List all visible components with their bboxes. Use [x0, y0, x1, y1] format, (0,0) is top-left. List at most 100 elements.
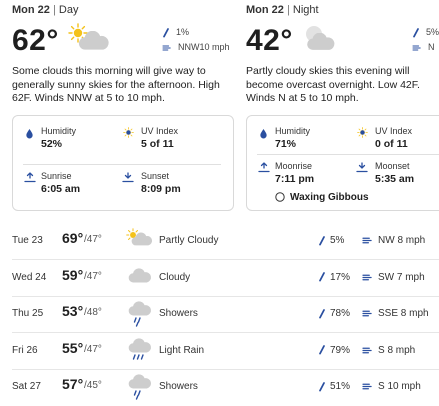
wind-icon: [362, 309, 373, 318]
forecast-day: Thu 25: [12, 308, 44, 319]
precip-icon: [318, 272, 326, 282]
night-humidity: 71%: [275, 138, 297, 150]
precip-icon: [318, 345, 326, 355]
day-sunrise: 6:05 am: [41, 183, 81, 195]
night-details-card: Humidity 71% UV Index 0 of 11 Moonrise 7…: [246, 115, 439, 211]
showers-icon: [126, 301, 154, 330]
night-panel: Mon 22 | Night 42° 5% N Partly cloudy sk…: [246, 0, 439, 106]
day-precip: 1%: [176, 27, 190, 37]
precip-icon: [318, 382, 326, 392]
night-wind: N: [428, 42, 435, 52]
wind-icon: [362, 236, 373, 245]
forecast-condition: Partly Cloudy: [159, 235, 219, 246]
forecast-wind: NW 8 mph: [362, 235, 425, 246]
night-uv-index: 0 of 11: [375, 138, 408, 150]
forecast-condition: Cloudy: [159, 271, 191, 283]
precip-icon: [318, 236, 326, 246]
rain-icon: [126, 337, 154, 367]
day-date: Mon 22: [12, 4, 50, 16]
day-wind: NNW10 mph: [178, 42, 230, 52]
wind-icon: [362, 273, 373, 282]
forecast-precip-value: 79%: [330, 344, 351, 356]
humidity-icon: [259, 128, 268, 139]
forecast-wind: S 8 mph: [362, 345, 415, 356]
day-uv-index: 5 of 11: [141, 138, 174, 150]
night-moon-phase: Waxing Gibbous: [290, 192, 369, 203]
forecast-precip-value: 5%: [330, 235, 345, 246]
moon-phase-icon: [275, 192, 285, 202]
night-moonrise: 7:11 pm: [275, 173, 315, 185]
forecast-high: 53°: [62, 303, 84, 319]
forecast-high: 57°: [62, 376, 84, 392]
day-header: Mon 22 | Day: [12, 4, 79, 16]
forecast-low: /47°: [84, 234, 102, 245]
wind-icon: [412, 44, 422, 52]
night-period: Night: [292, 4, 319, 16]
showers-icon: [126, 374, 154, 403]
wind-icon: [362, 346, 373, 355]
forecast-high: 55°: [62, 339, 84, 356]
night-temperature: 42°: [246, 24, 293, 57]
forecast-precip: 79%: [318, 345, 350, 356]
humidity-icon: [25, 128, 34, 139]
forecast-row[interactable]: Fri 26 55°/47° Light Rain 79% S 8 mph: [0, 334, 439, 370]
forecast-condition: Light Rain: [159, 344, 205, 356]
forecast-low: /47°: [84, 343, 102, 355]
partly-cloudy-night-icon: [306, 26, 335, 50]
forecast-wind: SW 7 mph: [362, 272, 425, 283]
forecast-low: /48°: [84, 307, 102, 318]
forecast-row[interactable]: Wed 24 59°/47° Cloudy 17% SW 7 mph: [0, 261, 439, 297]
day-period: Day: [58, 4, 79, 16]
forecast-precip-value: 78%: [330, 308, 351, 319]
forecast-low: /45°: [84, 380, 102, 391]
sunset-icon: [122, 172, 134, 183]
forecast-wind-value: S 8 mph: [378, 344, 416, 356]
sunrise-icon: [24, 172, 36, 183]
day-sunset: 8:09 pm: [141, 183, 181, 195]
forecast-low: /47°: [84, 270, 102, 282]
forecast-precip-value: 17%: [330, 271, 351, 283]
night-header: Mon 22 | Night: [246, 4, 319, 16]
forecast-row[interactable]: Sat 27 57°/45° Showers 51% S 10 mph: [0, 370, 439, 406]
forecast-wind-value: SSE 8 mph: [378, 308, 429, 319]
night-description: Partly cloudy skies this evening will be…: [246, 65, 420, 104]
forecast-condition: Showers: [159, 308, 198, 319]
precip-icon: [412, 28, 420, 38]
forecast-condition: Showers: [159, 381, 198, 392]
forecast-wind-value: SW 7 mph: [378, 271, 425, 283]
night-precip: 5%: [426, 27, 439, 37]
day-description: Some clouds this morning will give way t…: [12, 65, 220, 104]
forecast-row[interactable]: Thu 25 53°/48° Showers 78% SSE 8 mph: [0, 297, 439, 333]
forecast-wind: S 10 mph: [362, 381, 421, 392]
moonrise-icon: [258, 162, 270, 173]
wind-icon: [162, 44, 172, 52]
day-side-stats: 1% NNW10 mph: [162, 25, 230, 55]
night-side-stats: 5% N: [412, 25, 439, 55]
forecast-day: Wed 24: [12, 271, 47, 283]
forecast-row[interactable]: Tue 23 69°/47° Partly Cloudy 5% NW 8 mph: [0, 224, 439, 260]
night-date: Mon 22: [246, 4, 284, 16]
wind-icon: [362, 382, 373, 391]
uv-index-icon: [357, 127, 368, 138]
forecast-high: 59°: [62, 266, 84, 283]
forecast-day: Fri 26: [12, 344, 38, 356]
cloudy-icon: [126, 265, 154, 290]
partly-cloudy-icon: [126, 228, 154, 253]
forecast-precip: 17%: [318, 272, 350, 283]
forecast-precip: 5%: [318, 235, 344, 246]
moonset-icon: [356, 162, 368, 173]
forecast-wind-value: NW 8 mph: [378, 235, 426, 246]
partly-cloudy-icon: [68, 23, 109, 50]
uv-index-icon: [123, 127, 134, 138]
day-panel: Mon 22 | Day 62° 1% NNW10 mph Some cloud…: [12, 0, 234, 106]
forecast-wind-value: S 10 mph: [378, 381, 421, 392]
night-moonset: 5:35 am: [375, 173, 415, 185]
forecast-high: 69°: [62, 230, 84, 246]
precip-icon: [318, 309, 326, 319]
forecast-precip: 51%: [318, 381, 350, 392]
forecast-wind: SSE 8 mph: [362, 308, 429, 319]
forecast-precip: 78%: [318, 308, 350, 319]
forecast-day: Tue 23: [12, 235, 43, 246]
forecast-precip-value: 51%: [330, 381, 351, 392]
day-temperature: 62°: [12, 24, 59, 57]
